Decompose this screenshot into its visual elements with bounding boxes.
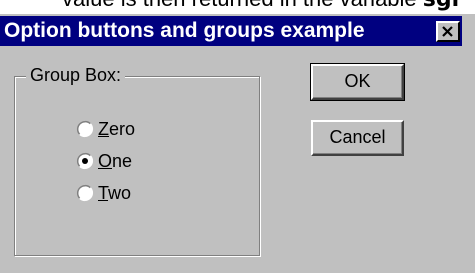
partial-text: value is then returned in the variable — [62, 0, 423, 11]
radio-label-one: One — [98, 151, 133, 171]
radio-selected-icon[interactable] — [76, 152, 94, 170]
background-document-text: value is then returned in the variable s… — [0, 0, 475, 14]
close-button[interactable] — [436, 21, 460, 42]
radio-unselected-icon[interactable] — [76, 120, 94, 138]
group-box-label: Group Box: — [26, 64, 126, 86]
dialog-window: Option buttons and groups example Group … — [0, 14, 475, 273]
radio-label-two: Two — [98, 183, 132, 203]
radio-label-zero: Zero — [98, 119, 136, 139]
group-box — [14, 76, 260, 256]
ok-button[interactable]: OK — [310, 63, 405, 101]
cancel-button[interactable]: Cancel — [311, 120, 404, 156]
window-title: Option buttons and groups example — [4, 19, 365, 42]
radio-unselected-icon[interactable] — [76, 184, 94, 202]
close-icon — [442, 26, 453, 37]
title-bar[interactable]: Option buttons and groups example — [0, 16, 462, 46]
partial-bold-text: sgr — [423, 0, 463, 12]
